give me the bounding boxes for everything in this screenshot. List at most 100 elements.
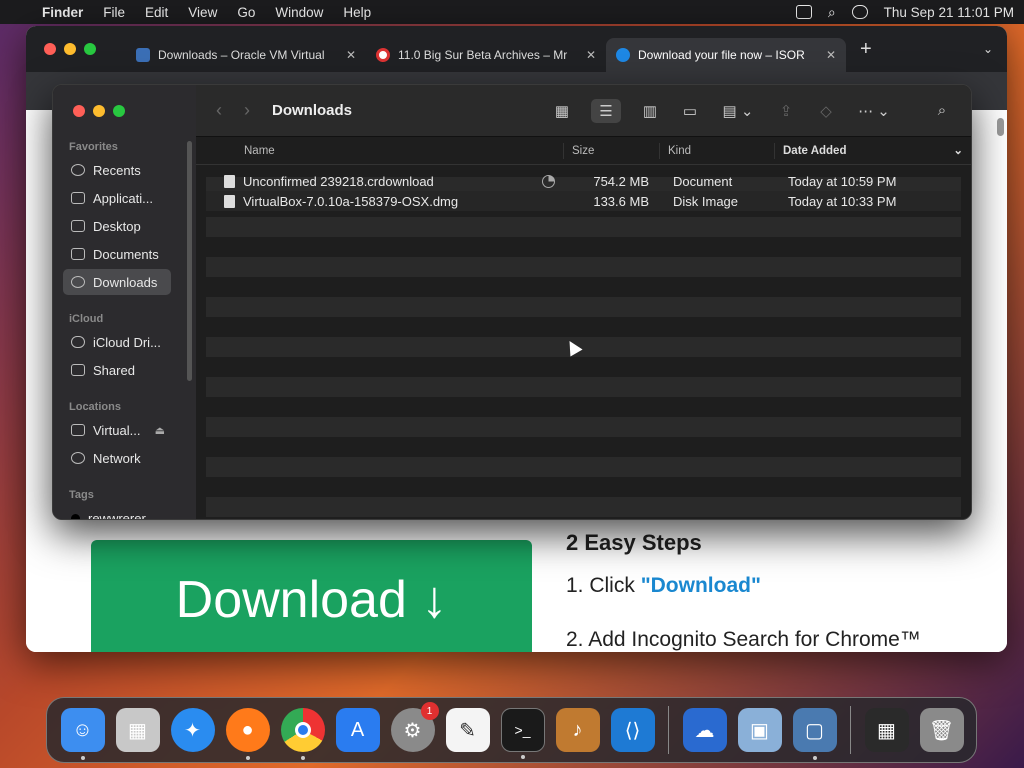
dock-app-store-icon[interactable]: A bbox=[335, 708, 380, 752]
download-button-label: Download ↓ bbox=[175, 571, 448, 629]
close-tab-icon[interactable]: ✕ bbox=[826, 48, 836, 62]
menu-edit[interactable]: Edit bbox=[145, 5, 168, 20]
steps-title: 2 Easy Steps bbox=[566, 530, 702, 555]
browser-window-controls bbox=[44, 43, 96, 55]
sidebar-item-label: Desktop bbox=[93, 218, 141, 234]
sidebar-item-documents[interactable]: Documents bbox=[63, 241, 171, 267]
close-tab-icon[interactable]: ✕ bbox=[586, 48, 596, 62]
tab-label: Download your file now – ISOR bbox=[638, 48, 805, 62]
close-window-button[interactable] bbox=[44, 43, 56, 55]
dock-chrome-icon[interactable] bbox=[280, 708, 325, 760]
applications-icon bbox=[71, 192, 85, 204]
download-progress-icon bbox=[542, 174, 555, 188]
file-row[interactable]: Unconfirmed 239218.crdownload 754.2 MB D… bbox=[206, 171, 961, 191]
back-chevron-icon[interactable]: ‹ bbox=[216, 100, 222, 121]
dock-system-settings-icon[interactable]: ⚙ 1 bbox=[390, 702, 439, 752]
dock-separator bbox=[668, 706, 669, 754]
sidebar-item-applications[interactable]: Applicati... bbox=[63, 185, 171, 211]
icon-view-icon[interactable]: ▦ bbox=[551, 102, 573, 120]
sidebar-item-shared[interactable]: Shared bbox=[63, 357, 171, 383]
shared-folder-icon bbox=[71, 364, 85, 376]
sidebar-item-network[interactable]: Network bbox=[63, 445, 171, 471]
dock-textedit-icon[interactable]: ✎ bbox=[445, 708, 490, 752]
zoom-window-button[interactable] bbox=[84, 43, 96, 55]
tab-search-chevron-icon[interactable]: ⌄ bbox=[983, 42, 993, 56]
more-actions-icon[interactable]: ⋯ ⌄ bbox=[855, 102, 893, 120]
screen-mirroring-icon[interactable] bbox=[795, 5, 812, 19]
sidebar-item-label: Network bbox=[93, 450, 141, 466]
tag-icon[interactable]: ◇ bbox=[815, 102, 837, 120]
sidebar-item-tag[interactable]: rewwrerer bbox=[63, 505, 171, 519]
file-kind: Document bbox=[673, 173, 733, 189]
dock-trash-icon[interactable]: 🗑 bbox=[919, 708, 964, 752]
browser-tab[interactable]: Downloads – Oracle VM Virtual ✕ bbox=[126, 38, 366, 72]
minimize-window-button[interactable] bbox=[64, 43, 76, 55]
column-header-size[interactable]: Size bbox=[563, 142, 659, 159]
dock-launchpad-icon[interactable]: ▦ bbox=[115, 708, 160, 752]
sidebar-item-label: Shared bbox=[93, 362, 135, 378]
minimize-window-button[interactable] bbox=[93, 105, 105, 117]
share-icon[interactable]: ⇪ bbox=[775, 102, 797, 120]
tab-favicon-icon bbox=[136, 48, 150, 62]
menu-help[interactable]: Help bbox=[343, 5, 371, 20]
column-view-icon[interactable]: ▥ bbox=[639, 102, 661, 120]
file-row[interactable]: VirtualBox-7.0.10a-158379-OSX.dmg 133.6 … bbox=[206, 191, 961, 211]
dock-terminal-icon[interactable]: >_ bbox=[500, 708, 545, 759]
dock-preview-icon[interactable]: ▣ bbox=[737, 708, 782, 752]
sidebar-item-virtual-disk[interactable]: Virtual... ⏏ bbox=[63, 417, 171, 443]
page-scrollbar[interactable] bbox=[997, 118, 1004, 136]
browser-tab-active[interactable]: Download your file now – ISOR ✕ bbox=[606, 38, 846, 72]
tab-favicon-icon bbox=[616, 48, 630, 62]
step-2: 2. Add Incognito Search for Chrome™ bbox=[566, 628, 921, 651]
spotlight-search-icon[interactable]: ⌕ bbox=[828, 4, 836, 21]
new-tab-plus-icon[interactable]: + bbox=[860, 38, 872, 61]
sidebar-section-favorites: Favorites bbox=[69, 141, 118, 153]
dock-firefox-icon[interactable]: ● bbox=[225, 708, 270, 760]
menu-app-name[interactable]: Finder bbox=[42, 5, 83, 20]
forward-chevron-icon[interactable]: › bbox=[244, 100, 250, 121]
menu-go[interactable]: Go bbox=[237, 5, 255, 20]
zoom-window-button[interactable] bbox=[113, 105, 125, 117]
dock-garageband-icon[interactable]: ♪ bbox=[555, 708, 600, 752]
menu-window[interactable]: Window bbox=[275, 5, 323, 20]
disk-icon bbox=[71, 424, 85, 436]
close-window-button[interactable] bbox=[73, 105, 85, 117]
sidebar-item-label: Downloads bbox=[93, 274, 158, 290]
control-center-icon[interactable] bbox=[851, 5, 868, 19]
download-button[interactable]: Download ↓ bbox=[91, 540, 532, 652]
empty-row-stripes bbox=[206, 177, 961, 517]
group-by-icon[interactable]: ▤ ⌄ bbox=[719, 102, 757, 120]
gallery-view-icon[interactable]: ▭ bbox=[679, 102, 701, 120]
sidebar-item-icloud-drive[interactable]: iCloud Dri... bbox=[63, 329, 171, 355]
column-header-name[interactable]: Name bbox=[196, 143, 563, 159]
menubar-clock[interactable]: Thu Sep 21 11:01 PM bbox=[884, 5, 1014, 20]
column-header-date-added[interactable]: Date Added ⌄ bbox=[774, 142, 971, 159]
close-tab-icon[interactable]: ✕ bbox=[346, 48, 356, 62]
dock-virtualbox-icon[interactable]: ▢ bbox=[792, 708, 837, 760]
sidebar-item-label: Documents bbox=[93, 246, 159, 262]
file-size: 133.6 MB bbox=[593, 193, 649, 209]
file-kind: Disk Image bbox=[673, 193, 739, 209]
list-view-icon[interactable]: ☰ bbox=[591, 98, 621, 123]
menu-file[interactable]: File bbox=[103, 5, 125, 20]
dock-finder-icon[interactable]: ☺ bbox=[60, 708, 105, 760]
step-1-link[interactable]: "Download" bbox=[641, 574, 761, 597]
sidebar-item-downloads[interactable]: Downloads bbox=[63, 269, 171, 295]
search-icon[interactable]: ⌕ bbox=[931, 102, 953, 120]
eject-icon[interactable]: ⏏ bbox=[155, 424, 165, 437]
column-header-kind[interactable]: Kind bbox=[659, 142, 774, 159]
step-1: 1. Click "Download" bbox=[566, 574, 921, 598]
dock-vscode-icon[interactable]: ⟨⟩ bbox=[610, 708, 655, 752]
dock-safari-icon[interactable]: ✦ bbox=[170, 708, 215, 752]
sidebar-scrollbar[interactable] bbox=[187, 141, 192, 381]
tab-favicon-icon bbox=[376, 48, 390, 62]
browser-tab[interactable]: 11.0 Big Sur Beta Archives – Mr ✕ bbox=[366, 38, 606, 72]
dock-weather-icon[interactable]: ☁ bbox=[682, 708, 727, 752]
tag-dot-icon bbox=[71, 513, 80, 519]
menu-view[interactable]: View bbox=[188, 5, 217, 20]
sidebar-item-label: Recents bbox=[93, 162, 141, 178]
dock-window-manager-icon[interactable]: ▦ bbox=[864, 708, 909, 752]
sidebar-item-recents[interactable]: Recents bbox=[63, 157, 171, 183]
tab-label: Downloads – Oracle VM Virtual bbox=[158, 48, 325, 62]
sidebar-item-desktop[interactable]: Desktop bbox=[63, 213, 171, 239]
